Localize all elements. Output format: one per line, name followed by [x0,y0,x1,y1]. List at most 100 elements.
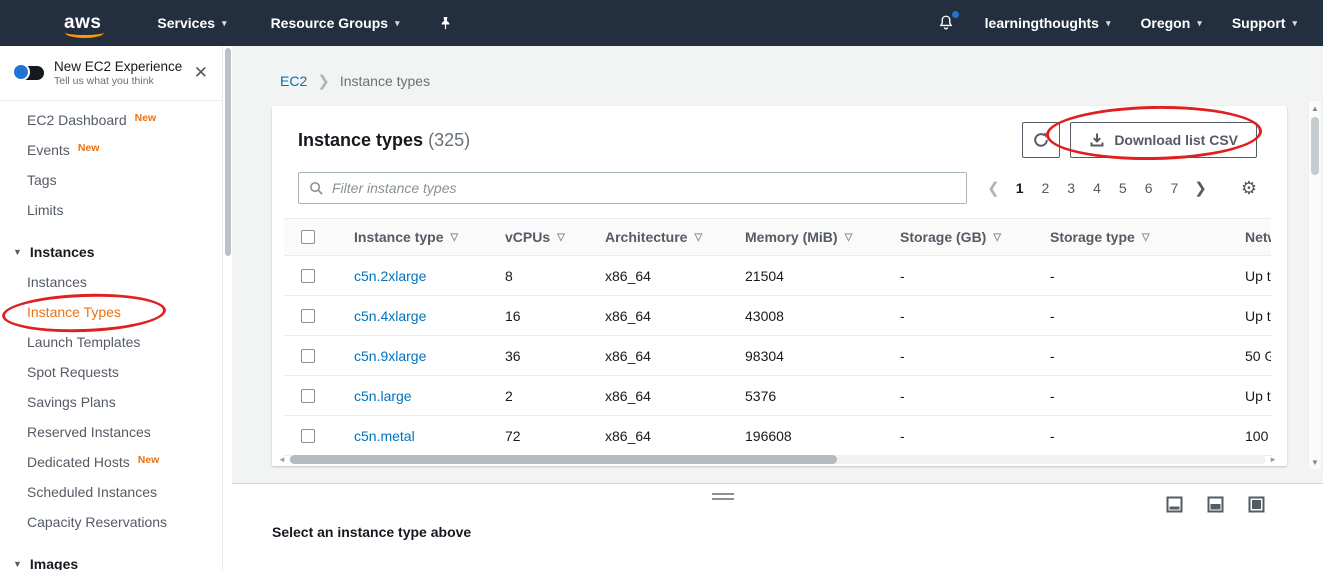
chevron-down-icon: ▾ [1105,17,1111,28]
instance-type-link[interactable]: c5n.9xlarge [354,348,426,364]
breadcrumb-current: Instance types [339,73,431,89]
next-page-button[interactable]: ❯ [1188,179,1213,197]
column-header-storage-type[interactable]: Storage type ▽ [1050,229,1245,245]
pagination-page[interactable]: 3 [1059,177,1083,199]
cell-memory: 21504 [745,267,784,284]
chevron-down-icon: ▼ [13,559,22,569]
pagination-page[interactable]: 4 [1085,177,1109,199]
sidebar-item-savings-plans[interactable]: Savings Plans [0,387,222,417]
sidebar-scrollbar-thumb[interactable] [225,48,231,256]
services-menu[interactable]: Services ▾ [157,15,226,31]
previous-page-button[interactable]: ❮ [981,179,1006,197]
column-header-instance-type[interactable]: Instance type ▽ [332,229,505,245]
notifications-bell-icon[interactable] [937,11,959,32]
download-icon [1090,133,1104,147]
chevron-down-icon: ▼ [13,247,22,257]
pagination-page[interactable]: 2 [1034,177,1058,199]
sidebar-item-ec2-dashboard[interactable]: EC2 Dashboard New [0,105,222,135]
cell-architecture: x86_64 [605,387,651,404]
layout-bottom-panel-icon[interactable] [1166,496,1183,513]
row-checkbox[interactable] [301,268,315,283]
sidebar-item-reserved-instances[interactable]: Reserved Instances [0,417,222,447]
column-header-vcpus[interactable]: vCPUs ▽ [505,229,605,245]
vertical-scrollbar[interactable]: ▲ ▼ [1308,100,1322,470]
select-all-checkbox[interactable] [301,230,315,244]
sort-icon[interactable]: ▽ [845,232,853,243]
region-menu[interactable]: Oregon ▾ [1141,15,1202,31]
pin-icon[interactable] [438,16,453,31]
split-panel-drag-handle[interactable] [711,493,734,500]
column-label: Storage (GB) [900,229,987,245]
download-list-csv-button[interactable]: Download list CSV [1070,122,1257,158]
support-menu[interactable]: Support ▾ [1232,15,1297,31]
pagination-page[interactable]: 1 [1008,177,1032,199]
instance-type-link[interactable]: c5n.large [354,388,412,404]
top-navigation-bar: aws Services ▾ Resource Groups ▾ learnin… [0,0,1323,46]
refresh-button[interactable] [1022,122,1061,158]
cell-storage-type: - [1050,387,1055,404]
row-checkbox[interactable] [301,388,315,403]
scroll-right-arrow-icon[interactable]: ► [1269,455,1277,464]
sidebar-item-limits[interactable]: Limits [0,195,222,225]
sidebar-item-launch-templates[interactable]: Launch Templates [0,327,222,357]
row-checkbox[interactable] [301,308,315,323]
row-checkbox[interactable] [301,348,315,363]
sidebar-item-label: Tags [27,172,57,188]
page-title: Instance types (325) [298,130,470,151]
sort-icon[interactable]: ▽ [1142,232,1150,243]
new-experience-toggle[interactable] [12,63,44,81]
aws-logo[interactable]: aws [64,12,105,38]
scroll-left-arrow-icon[interactable]: ◄ [278,455,286,464]
instance-type-link[interactable]: c5n.4xlarge [354,308,426,324]
sidebar-scrollbar[interactable] [222,46,232,570]
scroll-up-arrow-icon[interactable]: ▲ [1311,101,1319,115]
table-row: c5n.metal 72 x86_64 196608 - - 100 G [284,416,1271,456]
column-header-memory[interactable]: Memory (MiB) ▽ [745,229,900,245]
sort-icon[interactable]: ▽ [450,232,458,243]
chevron-down-icon: ▾ [1197,17,1202,28]
cell-vcpus: 8 [505,267,513,284]
sort-icon[interactable]: ▽ [557,232,565,243]
account-menu[interactable]: learningthoughts ▾ [985,15,1111,31]
sort-icon[interactable]: ▽ [993,232,1001,243]
cell-network: 100 G [1245,427,1271,444]
sidebar-section-images[interactable]: ▼ Images [0,549,222,570]
horizontal-scrollbar-thumb[interactable] [289,454,838,464]
sidebar-nav: EC2 Dashboard New Events New Tags Limits… [0,101,222,570]
vertical-scrollbar-thumb[interactable] [1311,117,1319,175]
layout-half-panel-icon[interactable] [1207,496,1224,513]
sidebar-item-instances[interactable]: Instances [0,267,222,297]
horizontal-scrollbar[interactable]: ◄ ► [278,453,1277,465]
column-header-architecture[interactable]: Architecture ▽ [605,229,745,245]
row-checkbox[interactable] [301,428,315,443]
sidebar-section-instances[interactable]: ▼ Instances [0,237,222,267]
column-header-storage-gb[interactable]: Storage (GB) ▽ [900,229,1050,245]
layout-full-panel-icon[interactable] [1248,496,1265,513]
breadcrumb-ec2-link[interactable]: EC2 [280,73,307,89]
sidebar-item-events[interactable]: Events New [0,135,222,165]
sidebar-item-label: Spot Requests [27,364,119,380]
sidebar-item-dedicated-hosts[interactable]: Dedicated Hosts New [0,447,222,477]
resource-groups-menu[interactable]: Resource Groups ▾ [271,15,400,31]
settings-gear-icon[interactable]: ⚙ [1241,178,1257,199]
cell-memory: 43008 [745,307,784,324]
filter-instance-types-input[interactable] [332,180,957,196]
sidebar-item-capacity-reservations[interactable]: Capacity Reservations [0,507,222,537]
column-header-network[interactable]: Netw [1245,229,1271,245]
scroll-down-arrow-icon[interactable]: ▼ [1311,455,1319,469]
instance-type-link[interactable]: c5n.metal [354,428,415,444]
pagination-page[interactable]: 7 [1162,177,1186,199]
sidebar-item-instance-types[interactable]: Instance Types [0,297,222,327]
cell-storage-gb: - [900,387,905,404]
sidebar-item-scheduled-instances[interactable]: Scheduled Instances [0,477,222,507]
cell-architecture: x86_64 [605,427,651,444]
table-row: c5n.4xlarge 16 x86_64 43008 - - Up t [284,296,1271,336]
sidebar-item-spot-requests[interactable]: Spot Requests [0,357,222,387]
instance-type-link[interactable]: c5n.2xlarge [354,268,426,284]
sidebar-item-tags[interactable]: Tags [0,165,222,195]
cell-network: Up t [1245,387,1271,404]
pagination-page[interactable]: 5 [1111,177,1135,199]
close-icon[interactable]: ✕ [194,63,208,83]
sort-icon[interactable]: ▽ [694,232,702,243]
pagination-page[interactable]: 6 [1137,177,1161,199]
